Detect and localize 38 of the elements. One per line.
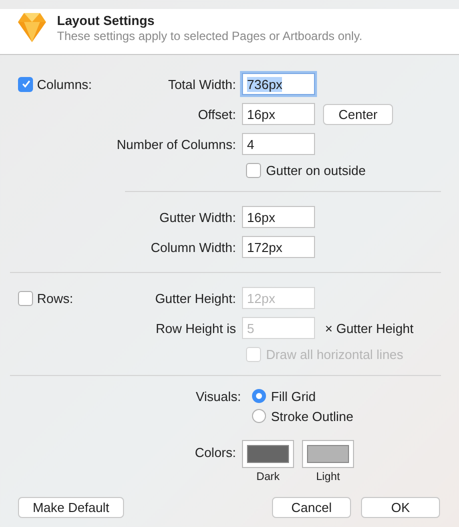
radio-button[interactable] (252, 409, 266, 423)
color-well[interactable] (302, 440, 354, 468)
dialog-title: Layout Settings (57, 13, 156, 28)
field-label: Total Width: (167, 76, 237, 92)
gutter-outside-label: Gutter on outside (266, 162, 366, 178)
field-label: Column Width: (150, 240, 237, 254)
radio-label: Stroke Outline (271, 408, 354, 424)
columns-checkbox[interactable] (18, 76, 33, 92)
visuals-label: Visuals: (194, 388, 242, 404)
checkmark-icon (20, 79, 30, 89)
dialog-button[interactable]: Cancel (272, 497, 351, 518)
field-label: Gutter Width: (158, 210, 237, 224)
radio-button[interactable] (252, 389, 266, 403)
color-well[interactable] (242, 440, 294, 468)
swatch-label: Dark (256, 471, 280, 483)
dialog-subtitle: These settings apply to selected Pages or Artboards only. (57, 29, 362, 43)
draw-lines-label: Draw all horizontal lines (266, 346, 404, 362)
radio-label: Fill Grid (271, 388, 316, 404)
field-label: Offset: (196, 106, 237, 122)
input-field[interactable]: 736px (242, 73, 315, 95)
swatch-label: Light (316, 471, 340, 483)
input-field[interactable]: 4 (242, 133, 315, 155)
field-label: Row Height is (154, 320, 237, 336)
field-label: Number of Columns: (116, 136, 237, 152)
gutter-outside-checkbox[interactable] (246, 162, 261, 178)
draw-lines-checkbox[interactable] (246, 346, 261, 362)
multiplier-label: × Gutter Height (325, 320, 414, 336)
rows-checkbox[interactable] (18, 290, 33, 306)
rows-label: Rows: (37, 290, 74, 306)
input-field[interactable]: 16px (242, 206, 315, 228)
field-label: Gutter Height: (154, 290, 237, 306)
input-field[interactable]: 16px (242, 103, 315, 125)
center-button[interactable]: Center (323, 104, 393, 124)
columns-label: Columns: (37, 76, 92, 92)
colors-label: Colors: (194, 445, 237, 460)
input-field[interactable]: 172px (242, 236, 315, 258)
make-default-button[interactable]: Make Default (18, 497, 124, 518)
dialog-button[interactable]: OK (361, 497, 440, 518)
